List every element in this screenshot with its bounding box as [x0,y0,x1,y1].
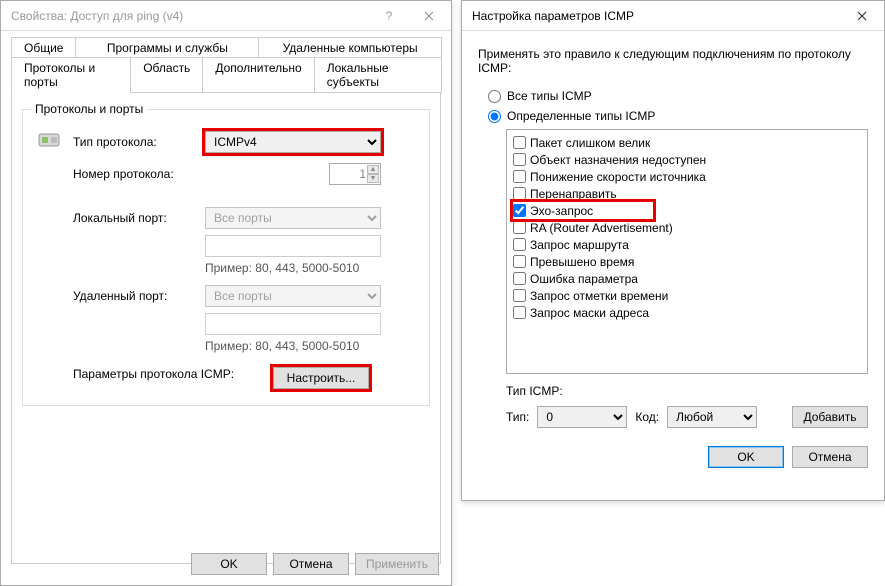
icmp-type-label: Ошибка параметра [530,272,638,286]
icmp-type-label: Понижение скорости источника [530,170,706,184]
dialog-buttons: OK Отмена [478,446,868,468]
code-label: Код: [635,410,659,424]
icmp-type-label: Запрос маски адреса [530,306,649,320]
icmp-type-checkbox[interactable] [513,204,526,217]
protocol-type-select[interactable]: ICMPv4 [205,131,381,153]
icmp-type-checkbox[interactable] [513,255,526,268]
list-item[interactable]: Пакет слишком велик [513,134,861,151]
nic-icon [37,130,65,150]
titlebar: Свойства: Доступ для ping (v4) ? [1,1,451,31]
list-item[interactable]: Превышено время [513,253,861,270]
remote-port-label: Удаленный порт: [73,289,205,303]
tab-general[interactable]: Общие [11,37,76,58]
configure-button[interactable]: Настроить... [273,367,369,389]
tab-remote-computers[interactable]: Удаленные компьютеры [258,37,442,58]
ok-button[interactable]: OK [191,553,267,575]
list-item[interactable]: Эхо-запрос [513,202,653,219]
properties-dialog: Свойства: Доступ для ping (v4) ? Общие П… [0,0,452,586]
protocol-number-spinner[interactable]: 1 ▲▼ [329,163,381,185]
local-port-example: Пример: 80, 443, 5000-5010 [205,261,381,275]
add-button[interactable]: Добавить [792,406,868,428]
icmp-settings-dialog: Настройка параметров ICMP Применять это … [461,0,885,501]
close-icon [857,11,867,21]
remote-port-example: Пример: 80, 443, 5000-5010 [205,339,381,353]
list-item[interactable]: Объект назначения недоступен [513,151,861,168]
tab-local-principals[interactable]: Локальные субъекты [314,57,442,93]
radio-specific-row[interactable]: Определенные типы ICMP [488,109,868,123]
dialog-buttons: OK Отмена Применить [191,553,439,575]
protocol-number-value: 1 [359,167,366,181]
close-button[interactable] [409,2,449,30]
type-select[interactable]: 0 [537,406,627,428]
list-item[interactable]: Запрос маски адреса [513,304,861,321]
icmp-type-checkbox[interactable] [513,170,526,183]
spinner-up-icon[interactable]: ▲ [367,165,379,174]
icmp-types-list[interactable]: Пакет слишком велик Объект назначения нед… [506,129,868,374]
icmp-type-label: Превышено время [530,255,634,269]
icmp-type-checkbox[interactable] [513,289,526,302]
icmp-type-checkbox[interactable] [513,136,526,149]
cancel-button[interactable]: Отмена [273,553,349,575]
icmp-type-checkbox[interactable] [513,153,526,166]
protocol-number-label: Номер протокола: [73,167,205,181]
dialog-title: Настройка параметров ICMP [472,9,842,23]
list-item[interactable]: Запрос маршрута [513,236,861,253]
icmp-params-label: Параметры протокола ICMP: [73,367,273,381]
icmp-type-label: Запрос маршрута [530,238,629,252]
radio-all-types[interactable] [488,90,501,103]
tab-programs[interactable]: Программы и службы [75,37,259,58]
list-item[interactable]: RA (Router Advertisement) [513,219,861,236]
icmp-type-checkbox[interactable] [513,187,526,200]
tab-scope[interactable]: Область [130,57,203,93]
dialog-title: Свойства: Доступ для ping (v4) [11,9,369,23]
icmp-type-label: Перенаправить [530,187,617,201]
spinner-down-icon[interactable]: ▼ [367,174,379,183]
list-item[interactable]: Ошибка параметра [513,270,861,287]
remote-port-input[interactable] [205,313,381,335]
configure-highlight: Настроить... [273,367,369,389]
type-label: Тип: [506,410,529,424]
protocol-type-highlight: ICMPv4 [205,131,381,153]
icmp-type-section-label: Тип ICMP: [506,384,868,398]
tab-advanced[interactable]: Дополнительно [202,57,314,93]
tab-content: Протоколы и порты Тип протокола: ICMPv4 [11,92,441,564]
icmp-type-label: Пакет слишком велик [530,136,650,150]
list-item[interactable]: Запрос отметки времени [513,287,861,304]
tab-protocols-ports[interactable]: Протоколы и порты [11,57,131,93]
radio-all-row[interactable]: Все типы ICMP [488,89,868,103]
icmp-type-checkbox[interactable] [513,272,526,285]
list-item[interactable]: Понижение скорости источника [513,168,861,185]
icmp-type-label: RA (Router Advertisement) [530,221,673,235]
radio-all-label: Все типы ICMP [507,89,592,103]
local-port-input[interactable] [205,235,381,257]
list-item[interactable]: Перенаправить [513,185,861,202]
local-port-select: Все порты [205,207,381,229]
protocols-ports-group: Протоколы и порты Тип протокола: ICMPv4 [22,109,430,406]
icmp-type-label: Запрос отметки времени [530,289,668,303]
local-port-label: Локальный порт: [73,211,205,225]
close-icon [424,11,434,21]
cancel-button[interactable]: Отмена [792,446,868,468]
icmp-type-checkbox[interactable] [513,238,526,251]
close-button[interactable] [842,2,882,30]
protocol-type-label: Тип протокола: [73,135,205,149]
ok-button[interactable]: OK [708,446,784,468]
radio-specific-types[interactable] [488,110,501,123]
icmp-type-label: Эхо-запрос [530,204,593,218]
code-select[interactable]: Любой [667,406,757,428]
apply-button[interactable]: Применить [355,553,439,575]
help-button[interactable]: ? [369,2,409,30]
tabs-row-2: Протоколы и порты Область Дополнительно … [11,57,441,93]
titlebar: Настройка параметров ICMP [462,1,884,31]
icmp-type-label: Объект назначения недоступен [530,153,706,167]
tabs-row-1: Общие Программы и службы Удаленные компь… [11,37,441,58]
radio-specific-label: Определенные типы ICMP [507,109,655,123]
icmp-type-checkbox[interactable] [513,221,526,234]
intro-text: Применять это правило к следующим подклю… [478,47,868,75]
icmp-type-checkbox[interactable] [513,306,526,319]
group-title: Протоколы и порты [31,102,147,116]
remote-port-select: Все порты [205,285,381,307]
